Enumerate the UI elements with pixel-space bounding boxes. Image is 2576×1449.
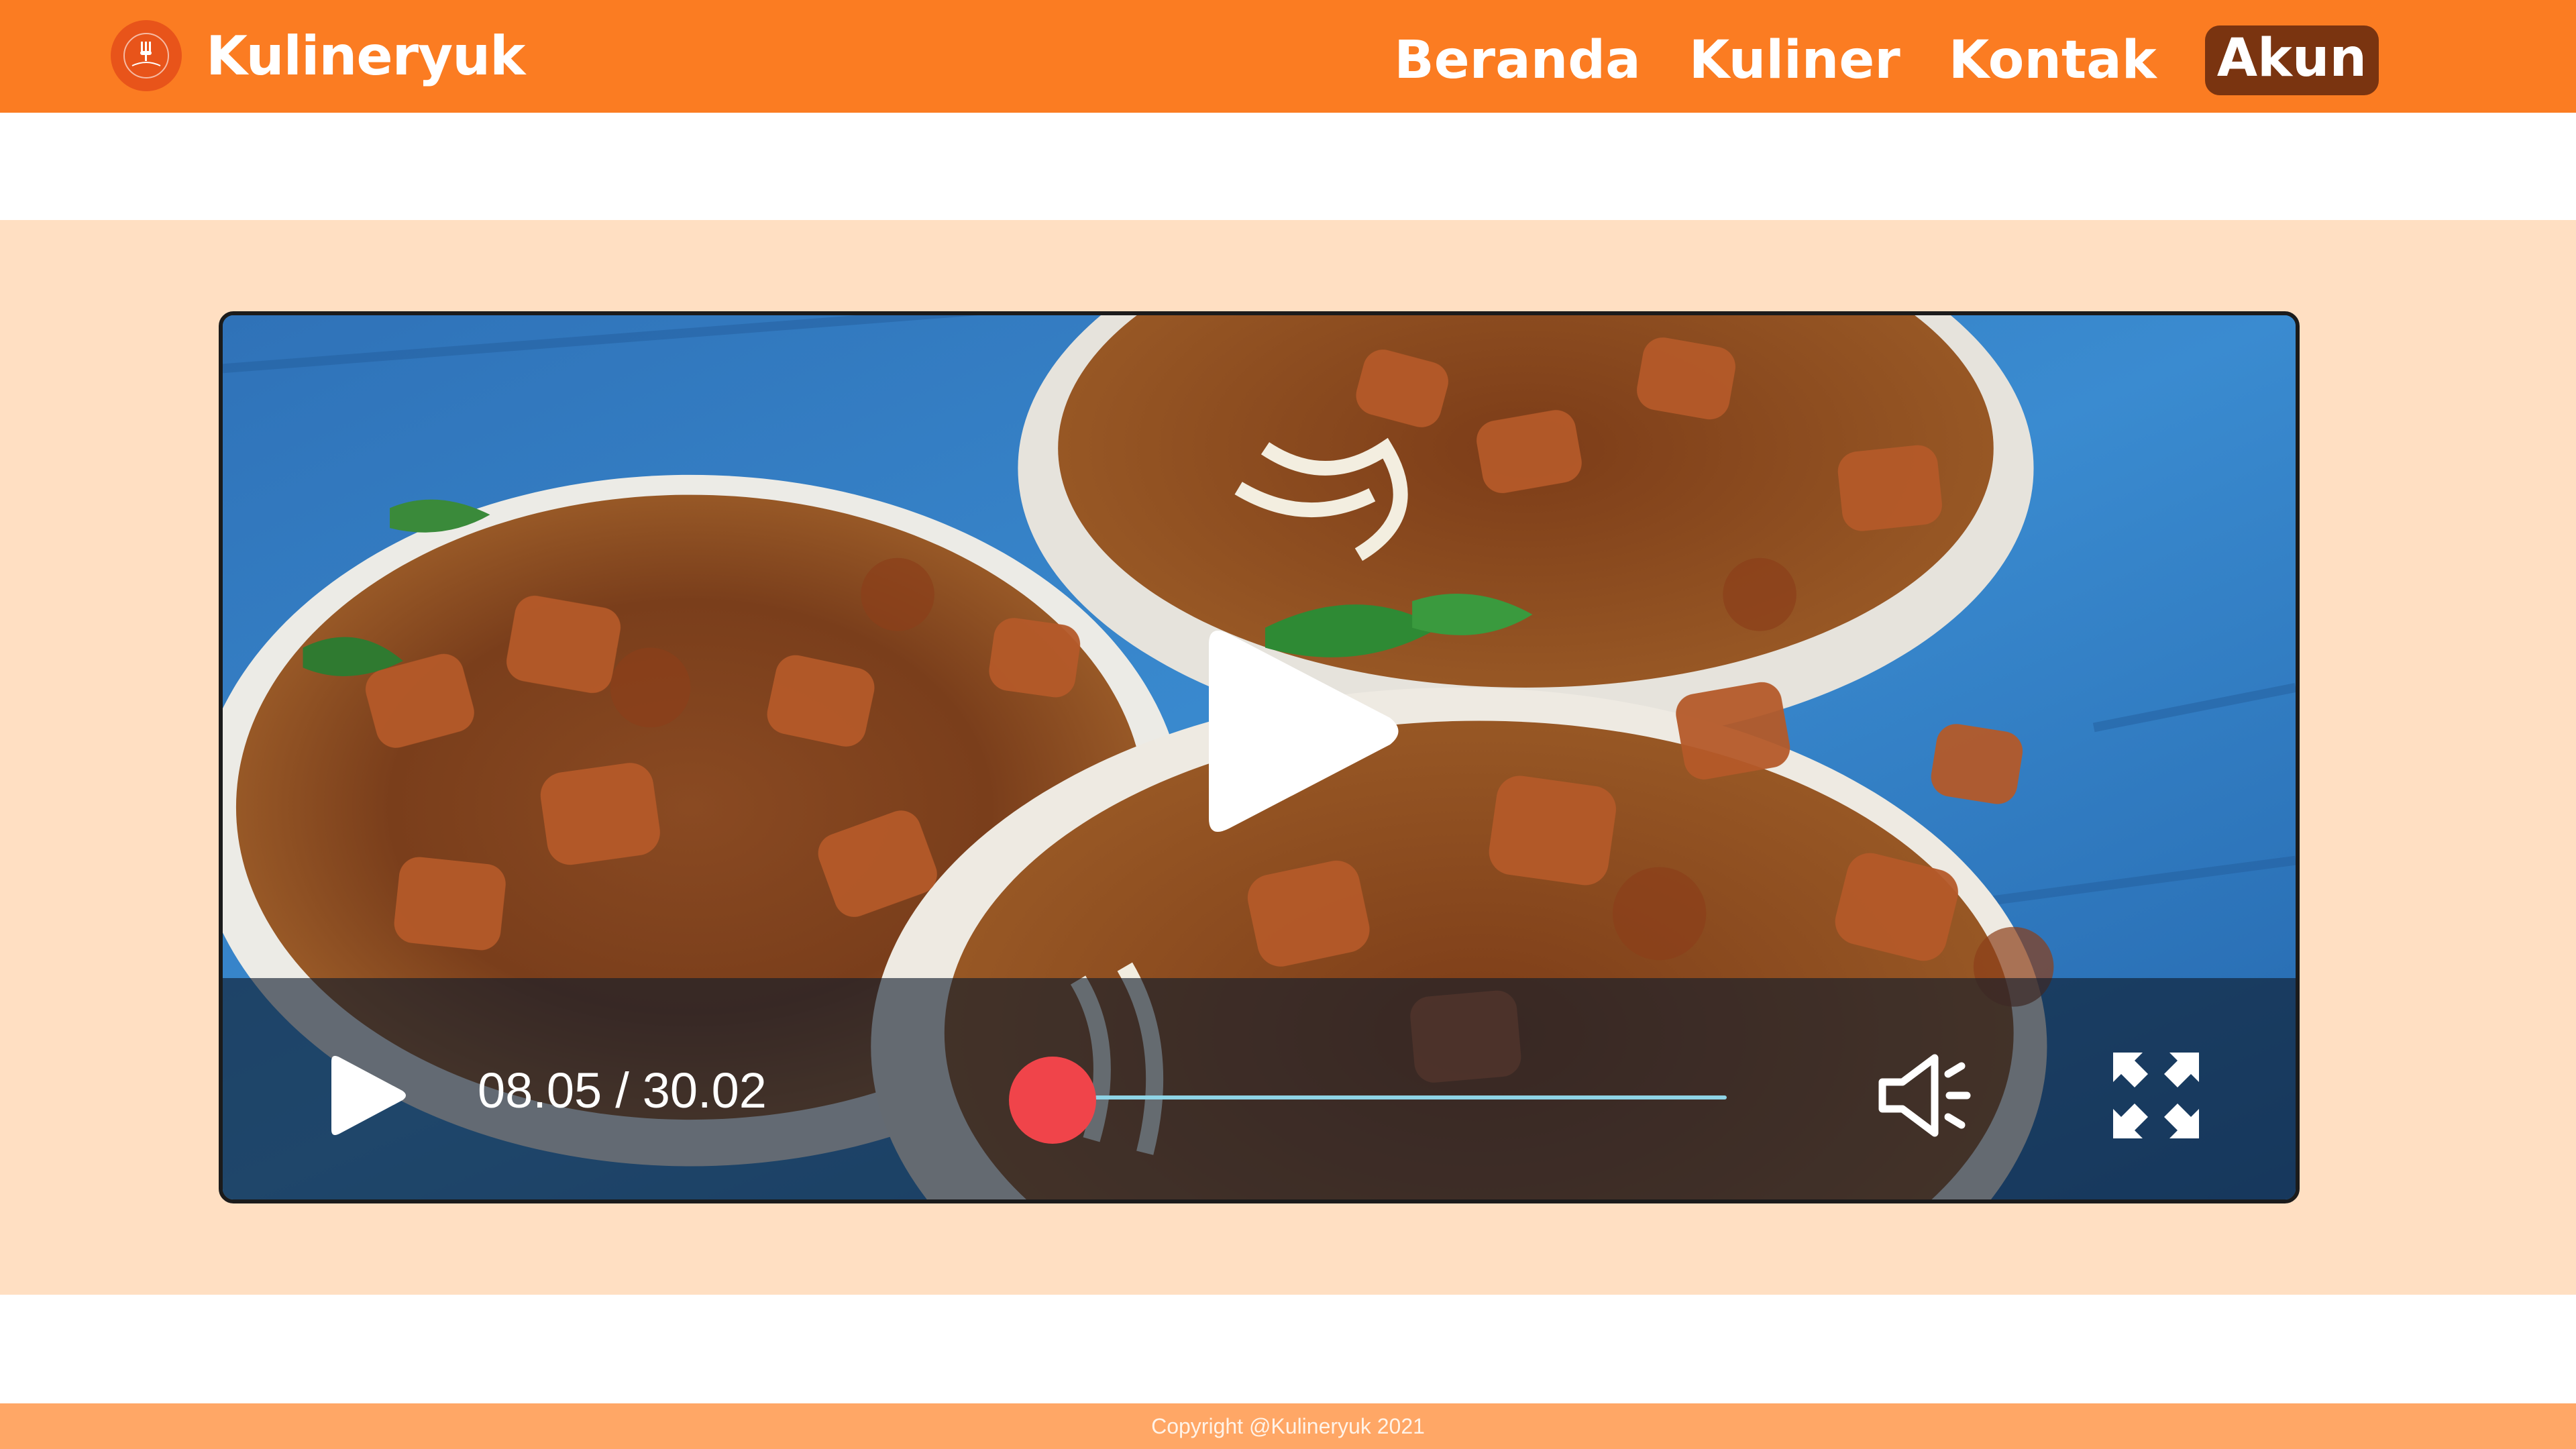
footer: Copyright @Kulineryuk 2021 (0, 1403, 2576, 1449)
brand-name: Kulineryuk (206, 24, 525, 87)
nav-item-beranda[interactable]: Beranda (1394, 30, 1640, 91)
fullscreen-icon[interactable] (2109, 1049, 2203, 1142)
time-display: 08.05 / 30.02 (478, 1062, 767, 1119)
time-separator: / (615, 1063, 629, 1118)
current-time: 08.05 (478, 1063, 602, 1118)
nav-item-kontak[interactable]: Kontak (1949, 30, 2157, 91)
speaker-icon[interactable] (1873, 1049, 1980, 1142)
nav-item-kuliner[interactable]: Kuliner (1689, 30, 1900, 91)
top-navbar: Kulineryuk Beranda Kuliner Kontak Akun (0, 0, 2576, 113)
duration: 30.02 (642, 1063, 767, 1118)
brand-logo[interactable]: Kulineryuk (111, 20, 525, 91)
play-icon[interactable] (1189, 617, 1417, 845)
progress-knob[interactable] (1009, 1057, 1096, 1144)
utensils-logo-icon (111, 20, 182, 91)
copyright-text: Copyright @Kulineryuk 2021 (1151, 1413, 1425, 1438)
play-icon[interactable] (323, 1052, 411, 1139)
main-nav: Beranda Kuliner Kontak Akun (1346, 25, 2379, 95)
video-player[interactable]: 08.05 / 30.02 (219, 311, 2300, 1203)
progress-bar[interactable] (1014, 1095, 1727, 1099)
nav-item-akun[interactable]: Akun (2204, 25, 2379, 95)
video-control-bar: 08.05 / 30.02 (223, 978, 2296, 1199)
